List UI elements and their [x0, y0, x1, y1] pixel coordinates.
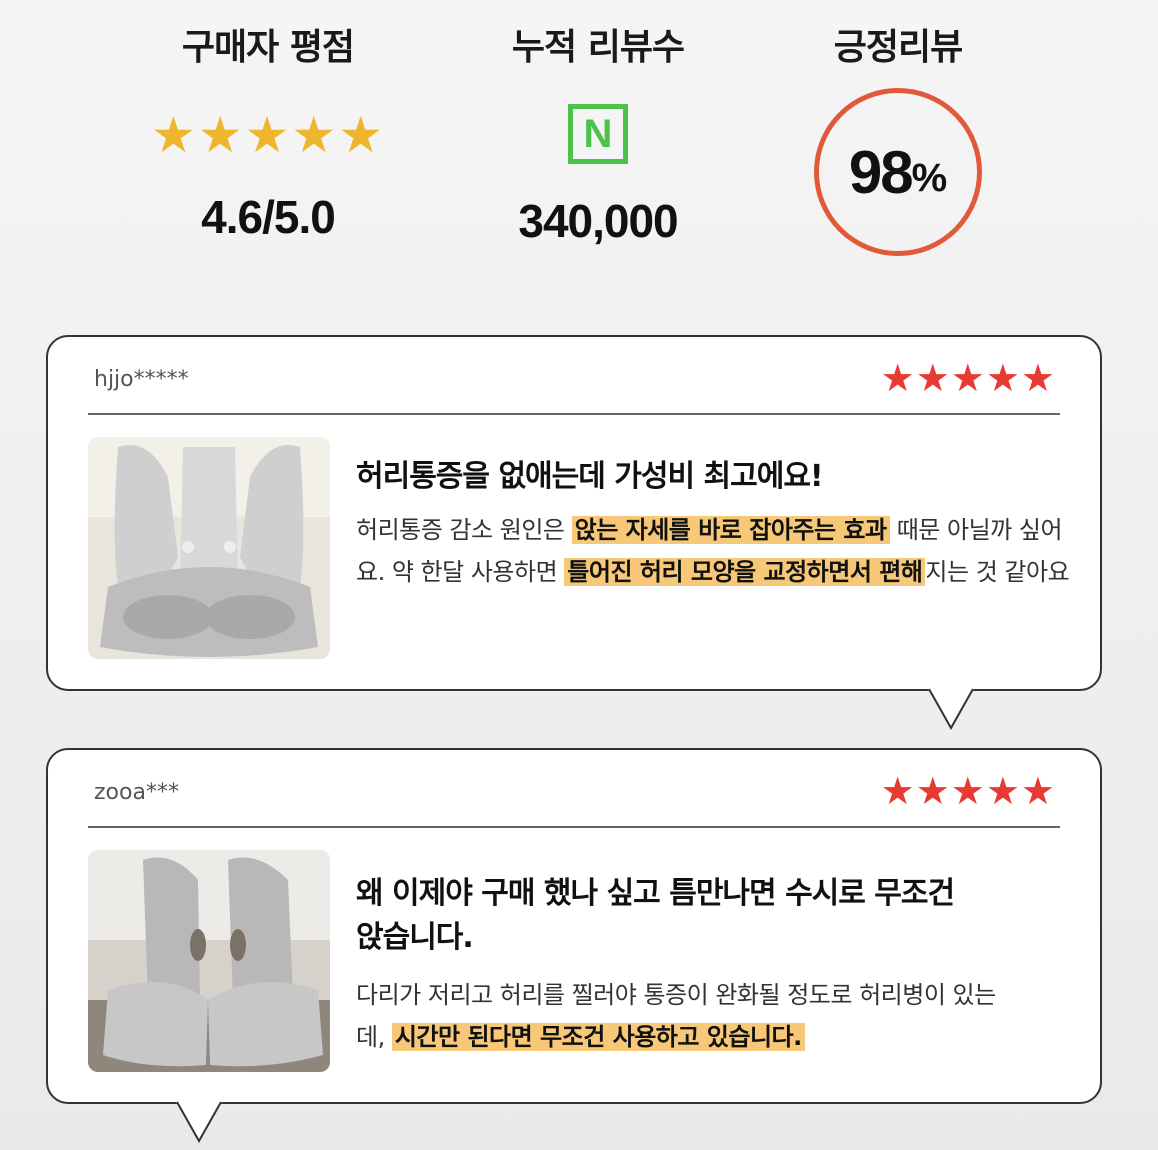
review-text: 왜 이제야 구매 했나 싶고 틈만나면 수시로 무조건 앉습니다. 다리가 저리… — [356, 872, 1070, 1058]
gold-stars-icon: ★★★★★ — [150, 106, 386, 164]
red-stars-icon: ★★★★★ — [880, 356, 1056, 400]
buyer-rating-value: 4.6/5.0 — [201, 191, 336, 243]
review-body-text: 허리통증 감소 원인은 — [356, 516, 572, 544]
positive-review-stat: 긍정리뷰 98 % — [790, 18, 1006, 256]
review-body: 허리통증 감소 원인은 앉는 자세를 바로 잡아주는 효과 때문 아닐까 싶어요… — [356, 509, 1070, 593]
review-photo — [88, 850, 330, 1072]
review-headline: 왜 이제야 구매 했나 싶고 틈만나면 수시로 무조건 앉습니다. — [356, 876, 955, 955]
positive-review-circle: 98 % — [814, 88, 982, 256]
naver-n-icon: N — [568, 104, 628, 164]
review-headline: 허리통증을 없애는데 가성비 최고에요! — [356, 459, 824, 494]
review-body: 다리가 저리고 허리를 찔러야 통증이 완화될 정도로 허리병이 있는데, 시간… — [356, 974, 1016, 1058]
review-body-text: 지는 것 같아요 — [925, 558, 1070, 586]
review-highlight: 시간만 된다면 무조건 사용하고 있습니다. — [391, 1023, 805, 1051]
speech-bubble-tail — [928, 688, 974, 730]
speech-bubble-tail — [176, 1101, 222, 1143]
red-stars-icon: ★★★★★ — [880, 769, 1056, 813]
buyer-rating-stat: 구매자 평점 ★★★★★ 4.6/5.0 — [150, 18, 386, 244]
review-count-stat: 누적 리뷰수 N 340,000 — [480, 18, 716, 248]
review-username: hjjo***** — [94, 367, 189, 392]
review-text: 허리통증을 없애는데 가성비 최고에요! 허리통증 감소 원인은 앉는 자세를 … — [356, 455, 1070, 593]
review-count-title: 누적 리뷰수 — [511, 27, 685, 68]
review-stats: 구매자 평점 ★★★★★ 4.6/5.0 누적 리뷰수 N 340,000 긍정… — [0, 0, 1158, 300]
positive-review-percent: 98 — [848, 138, 914, 206]
review-photo — [88, 437, 330, 659]
review-count-value: 340,000 — [518, 195, 678, 247]
buyer-rating-title: 구매자 평점 — [181, 27, 355, 68]
percent-sign: % — [911, 155, 948, 200]
card-divider — [88, 826, 1060, 828]
review-highlight: 앉는 자세를 바로 잡아주는 효과 — [571, 516, 890, 544]
review-card: zooa*** ★★★★★ 왜 이제야 구매 했나 싶고 틈만나면 수시로 무조… — [46, 748, 1102, 1104]
review-username: zooa*** — [94, 780, 179, 805]
positive-review-title: 긍정리뷰 — [833, 27, 963, 68]
card-divider — [88, 413, 1060, 415]
review-card: hjjo***** ★★★★★ 허리통증을 없애는데 가성비 최고에요! 허리통… — [46, 335, 1102, 691]
review-highlight: 틀어진 허리 모양을 교정하면서 편해 — [564, 558, 926, 586]
